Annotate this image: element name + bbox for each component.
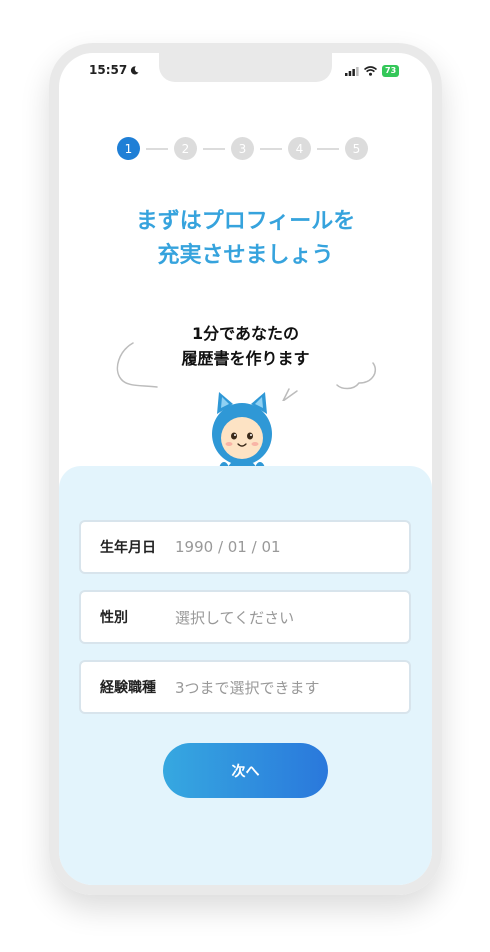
step-connector xyxy=(260,147,282,150)
step-3: 3 xyxy=(231,137,254,160)
app-screen: 15:57 73 1 2 3 4 5 まずはプロフィールを 充実させましょう 1… xyxy=(59,53,432,885)
birthdate-field[interactable]: 生年月日 1990 / 01 / 01 xyxy=(79,520,411,574)
page-title-line-2: 充実させましょう xyxy=(157,243,334,268)
step-1: 1 xyxy=(117,137,140,160)
status-indicators: 73 xyxy=(345,65,400,77)
step-4: 4 xyxy=(288,137,311,160)
gender-field[interactable]: 性別 選択してください xyxy=(79,590,411,644)
birthdate-label: 生年月日 xyxy=(100,540,156,556)
step-connector xyxy=(146,147,168,150)
wifi-icon xyxy=(364,66,377,76)
step-connector xyxy=(203,147,225,150)
status-time-text: 15:57 xyxy=(89,63,128,77)
birthdate-input[interactable]: 1990 / 01 / 01 xyxy=(175,538,281,556)
gender-label: 性別 xyxy=(100,610,128,626)
speech-line-2: 履歴書を作ります xyxy=(181,349,310,368)
step-2: 2 xyxy=(174,137,197,160)
occupation-field[interactable]: 経験職種 3つまで選択できます xyxy=(79,660,411,714)
step-indicator: 1 2 3 4 5 xyxy=(117,137,368,160)
signal-icon xyxy=(345,66,359,76)
battery-icon: 73 xyxy=(382,65,400,77)
step-connector xyxy=(317,147,339,150)
notch xyxy=(159,53,332,82)
page-title-line-1: まずはプロフィールを xyxy=(135,209,356,234)
occupation-select[interactable]: 3つまで選択できます xyxy=(175,677,320,698)
speech-line-1: 1分であなたの xyxy=(192,324,299,343)
status-time: 15:57 xyxy=(89,63,139,77)
occupation-label: 経験職種 xyxy=(100,680,156,696)
moon-icon xyxy=(131,65,139,74)
step-5: 5 xyxy=(345,137,368,160)
gender-select[interactable]: 選択してください xyxy=(175,607,294,628)
page-title: まずはプロフィールを 充実させましょう xyxy=(59,205,432,273)
phone-frame: 15:57 73 1 2 3 4 5 まずはプロフィールを 充実させましょう 1… xyxy=(49,43,442,895)
speech-bubble-text: 1分であなたの 履歴書を作ります xyxy=(59,321,432,371)
next-button[interactable]: 次へ xyxy=(163,743,328,798)
